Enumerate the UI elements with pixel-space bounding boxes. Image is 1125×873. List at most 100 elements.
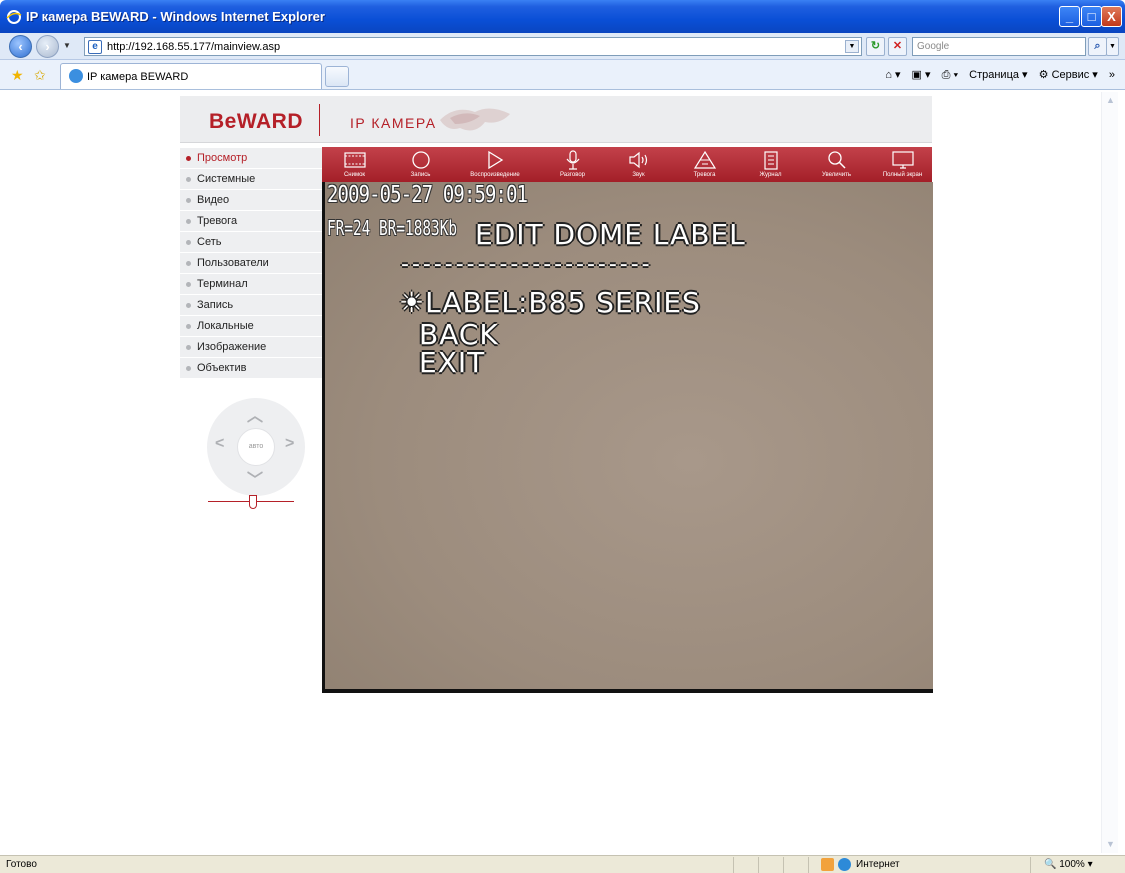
print-icon[interactable]: ⎙ ▾ <box>942 69 958 81</box>
snapshot-button[interactable]: Снимок <box>322 147 387 182</box>
page-menu[interactable]: Страница ▾ <box>969 69 1027 81</box>
tab-ip-camera[interactable]: IP камера BEWARD <box>60 63 322 89</box>
alarm-button[interactable]: Тревога <box>672 147 737 182</box>
menu-item-alarm[interactable]: Тревога <box>180 211 322 232</box>
osd-menu-title: EDIT DOME LABEL <box>475 218 746 251</box>
url-input[interactable]: e http://192.168.55.177/mainview.asp ▼ <box>84 37 862 56</box>
live-video[interactable]: 2009-05-27 09:59:01 FR=24 BR=1883Kb EDIT… <box>322 182 933 693</box>
security-zone[interactable]: Интернет <box>856 859 900 870</box>
tools-menu-label: Сервис <box>1051 69 1090 81</box>
protected-mode-icon[interactable] <box>821 858 834 871</box>
minimize-button[interactable]: _ <box>1059 6 1080 27</box>
forward-button[interactable]: › <box>36 35 59 58</box>
log-label: Журнал <box>759 172 782 178</box>
fullscreen-button[interactable]: Полный экран <box>870 147 935 182</box>
zoom-level[interactable]: 🔍 100% ▾ <box>1044 859 1093 870</box>
menu-item-label: Сеть <box>197 236 222 248</box>
zoom-button[interactable]: Увеличить <box>804 147 869 182</box>
menu-item-users[interactable]: Пользователи <box>180 253 322 274</box>
tab-bar: ★ ✩ IP камера BEWARD ⌂ ▾ ▣ ▾ ⎙ ▾ Страниц… <box>0 60 1125 90</box>
zoom-slider-handle[interactable] <box>249 495 257 509</box>
url-text: http://192.168.55.177/mainview.asp <box>107 41 281 53</box>
chevron-down-icon[interactable]: ﹀ <box>247 466 263 490</box>
scroll-down-icon[interactable]: ▼ <box>1103 837 1118 852</box>
ie-icon <box>6 10 22 24</box>
chevron-left-icon[interactable]: < <box>215 435 224 453</box>
speaker-icon <box>629 151 648 169</box>
clipboard-icon <box>764 151 778 170</box>
status-bar: Готово Интернет 🔍 100% ▾ <box>0 855 1125 873</box>
add-favorite-icon[interactable]: ✩ <box>34 67 46 84</box>
world-map-decoration <box>440 108 510 131</box>
play-icon <box>488 150 504 170</box>
menu-item-lens[interactable]: Объектив <box>180 358 322 379</box>
alarm-icon <box>693 150 717 169</box>
bullet-icon <box>186 366 191 371</box>
menu-item-recording[interactable]: Запись <box>180 295 322 316</box>
snapshot-label: Снимок <box>343 172 366 178</box>
bullet-icon <box>186 219 191 224</box>
refresh-button[interactable]: ↻ <box>866 37 885 56</box>
bullet-icon <box>186 240 191 245</box>
status-divider <box>808 857 809 873</box>
window-title: IP камера BEWARD - Windows Internet Expl… <box>26 9 325 24</box>
new-tab-button[interactable] <box>325 66 349 87</box>
menu-item-network[interactable]: Сеть <box>180 232 322 253</box>
menu-item-local[interactable]: Локальные <box>180 316 322 337</box>
zoom-slider[interactable] <box>208 494 294 510</box>
sound-label: Звук <box>632 172 645 178</box>
back-button[interactable]: ‹ <box>9 35 32 58</box>
close-button[interactable]: X <box>1101 6 1122 27</box>
home-icon[interactable]: ⌂ ▾ <box>885 69 900 81</box>
bullet-icon <box>186 345 191 350</box>
osd-exit: EXIT <box>419 346 486 379</box>
globe-icon <box>838 858 851 871</box>
history-dropdown-icon[interactable]: ▼ <box>63 41 71 50</box>
menu-item-system[interactable]: Системные <box>180 169 322 190</box>
search-input[interactable]: Google <box>912 37 1086 56</box>
video-stats: FR=24 BR=1883Kb <box>327 216 458 240</box>
menu-item-label: Пользователи <box>197 257 269 269</box>
talk-button[interactable]: Разговор <box>540 147 605 182</box>
scroll-up-icon[interactable]: ▲ <box>1103 93 1118 108</box>
favorites-star-icon[interactable]: ★ <box>11 67 24 84</box>
stop-button[interactable]: ✕ <box>888 37 907 56</box>
record-button[interactable]: Запись <box>388 147 453 182</box>
video-timestamp: 2009-05-27 09:59:01 <box>327 182 528 208</box>
film-icon <box>344 152 366 168</box>
zoom-label: Увеличить <box>822 172 851 178</box>
command-bar: ⌂ ▾ ▣ ▾ ⎙ ▾ Страница ▾ ⚙ Сервис ▾ » <box>877 68 1115 82</box>
talk-label: Разговор <box>559 172 585 178</box>
ptz-control: ︿ ﹀ < > авто <box>207 398 305 496</box>
bullet-icon <box>186 156 191 161</box>
chevron-right-icon[interactable]: > <box>285 435 294 453</box>
sound-button[interactable]: Звук <box>606 147 671 182</box>
playback-label: Воспроизведение <box>470 172 520 178</box>
search-icon[interactable]: ⌕ <box>1088 37 1107 56</box>
search-options-icon[interactable]: ▼ <box>1106 37 1119 56</box>
menu-item-video[interactable]: Видео <box>180 190 322 211</box>
status-divider <box>1030 857 1031 873</box>
bullet-icon <box>186 303 191 308</box>
menu-item-image[interactable]: Изображение <box>180 337 322 358</box>
playback-button[interactable]: Воспроизведение <box>454 147 536 182</box>
page-icon: e <box>88 40 102 54</box>
ptz-auto-button[interactable]: авто <box>237 428 275 466</box>
vertical-scrollbar[interactable]: ▲ ▼ <box>1101 92 1118 853</box>
menu-item-preview[interactable]: Просмотр <box>180 148 322 169</box>
feeds-icon[interactable]: ▣ ▾ <box>912 69 931 81</box>
chevron-up-icon[interactable]: ︿ <box>247 402 263 426</box>
url-dropdown-icon[interactable]: ▼ <box>845 40 859 53</box>
microphone-icon <box>566 150 580 170</box>
menu-item-label: Системные <box>197 173 256 185</box>
maximize-button[interactable]: □ <box>1081 6 1102 27</box>
monitor-icon <box>892 151 914 169</box>
menu-item-label: Изображение <box>197 341 267 353</box>
bullet-icon <box>186 177 191 182</box>
bullet-icon <box>186 324 191 329</box>
menu-item-terminal[interactable]: Терминал <box>180 274 322 295</box>
chevron-right-icon[interactable]: » <box>1109 69 1115 81</box>
log-button[interactable]: Журнал <box>738 147 803 182</box>
menu-item-label: Просмотр <box>197 152 248 164</box>
tools-menu[interactable]: ⚙ Сервис ▾ <box>1039 69 1098 81</box>
